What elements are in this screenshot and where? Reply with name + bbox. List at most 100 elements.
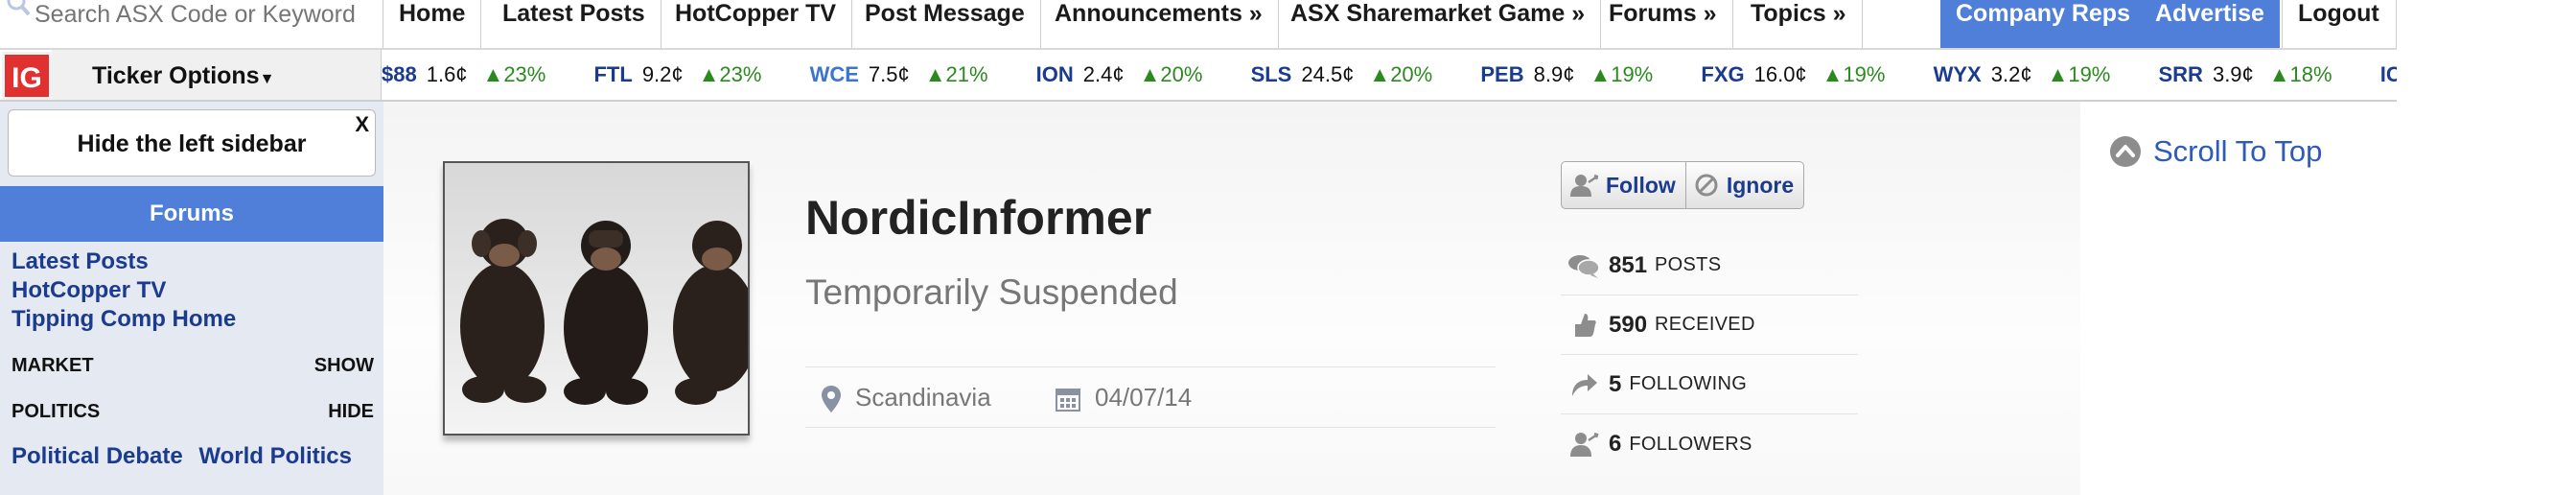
link-world-politics[interactable]: World Politics — [198, 443, 352, 469]
ticker-price: 1.6¢ — [426, 62, 468, 86]
ignore-label: Ignore — [1726, 173, 1795, 198]
location-text: Scandinavia — [855, 383, 991, 412]
stat-label: Followers — [1629, 433, 1752, 455]
ticker-price: 24.5¢ — [1301, 62, 1355, 86]
followers-icon — [1570, 432, 1599, 457]
ticker-price: 3.9¢ — [2212, 62, 2254, 86]
right-column: Scroll To Top — [2080, 102, 2397, 495]
scroll-to-top-link[interactable]: Scroll To Top — [2109, 134, 2322, 169]
nav-post-message[interactable]: Post Message — [849, 0, 1041, 48]
ticker-price: 8.9¢ — [1533, 62, 1575, 86]
ticker-item[interactable]: WYX 3.2¢ ▲19% — [1934, 50, 2111, 100]
profile-location: Scandinavia — [821, 383, 991, 413]
profile-panel: NordicInformer Temporarily Suspended Sca… — [383, 102, 2080, 495]
stat-label: Received — [1655, 314, 1755, 335]
ticker-price: 16.0¢ — [1753, 62, 1807, 86]
search-box[interactable] — [0, 0, 383, 48]
nav-forums[interactable]: Forums » — [1593, 0, 1733, 48]
sidebar-link-tipping-comp[interactable]: Tipping Comp Home — [12, 305, 236, 334]
profile-info-line: Scandinavia 04/07/14 — [805, 366, 1496, 428]
ticker-item[interactable]: SLS 24.5¢ ▲20% — [1251, 50, 1433, 100]
stat-label: Following — [1629, 373, 1748, 394]
stat-following[interactable]: 5 Following — [1561, 355, 1858, 414]
nav-advertise[interactable]: Advertise — [2140, 0, 2281, 48]
ticker-item[interactable]: PEB 8.9¢ ▲19% — [1480, 50, 1653, 100]
ticker-code: SRR — [2158, 62, 2203, 86]
share-arrow-icon — [1572, 373, 1597, 396]
nav-hotcopper-tv[interactable]: HotCopper TV — [660, 0, 853, 48]
ticker-item[interactable]: WCE 7.5¢ ▲21% — [810, 50, 988, 100]
section-toggle-hide[interactable]: HIDE — [328, 401, 374, 423]
follow-ignore-group: Follow Ignore — [1561, 161, 1805, 209]
stat-label: Posts — [1655, 254, 1722, 275]
section-title: MARKET — [12, 355, 94, 376]
profile-status: Temporarily Suspended — [805, 272, 1178, 312]
nav-latest-posts[interactable]: Latest Posts — [487, 0, 661, 48]
ticker-item[interactable]: FTL 9.2¢ ▲23% — [593, 50, 761, 100]
nav-home[interactable]: Home — [383, 0, 482, 48]
nav-company-reps[interactable]: Company Reps — [1940, 0, 2147, 48]
stat-value: 590 — [1609, 311, 1648, 338]
search-input[interactable] — [35, 0, 380, 29]
ignore-button[interactable]: Ignore — [1684, 162, 1803, 208]
profile-joined-date: 04/07/14 — [1055, 383, 1192, 412]
ticker-change: ▲20% — [1369, 62, 1433, 86]
ticker-bar: IG Ticker Options▼ $88 1.6¢ ▲23% FTL 9.2¢ ▲2… — [0, 50, 2397, 102]
monkeys-avatar-image — [445, 163, 748, 434]
ticker-price: 2.4¢ — [1082, 62, 1125, 86]
calendar-icon — [1056, 389, 1080, 412]
ban-icon — [1695, 174, 1718, 197]
link-political-debate[interactable]: Political Debate — [12, 443, 183, 469]
ticker-code: FTL — [593, 62, 633, 86]
stat-received[interactable]: 590 Received — [1561, 295, 1858, 355]
nav-sharemarket-game[interactable]: ASX Sharemarket Game » — [1275, 0, 1602, 48]
ticker-options-button[interactable]: Ticker Options▼ — [52, 50, 382, 100]
sidebar-link-latest-posts[interactable]: Latest Posts — [12, 248, 236, 276]
ticker-code: $88 — [382, 62, 417, 86]
nav-announcements[interactable]: Announcements » — [1039, 0, 1279, 48]
left-sidebar: Hide the left sidebar X Forums Latest Po… — [0, 102, 383, 495]
avatar[interactable] — [443, 161, 750, 436]
chevron-up-circle-icon — [2110, 136, 2141, 167]
thumbs-up-icon — [1575, 313, 1596, 337]
ticker-change: ▲18% — [2268, 62, 2332, 86]
sidebar-links: Latest Posts HotCopper TV Tipping Comp H… — [12, 248, 236, 334]
forums-header[interactable]: Forums — [0, 186, 383, 242]
hide-sidebar-label: Hide the left sidebar — [77, 130, 307, 157]
close-icon[interactable]: X — [355, 114, 369, 135]
section-title: POLITICS — [12, 401, 101, 422]
stat-posts[interactable]: 851 Posts — [1561, 236, 1858, 295]
section-toggle-show[interactable]: SHOW — [314, 355, 374, 377]
sidebar-section-politics: POLITICS HIDE — [12, 401, 374, 423]
ticker-item[interactable]: SRR 3.9¢ ▲18% — [2159, 50, 2332, 100]
follow-label: Follow — [1606, 173, 1676, 198]
ticker-item[interactable]: ION 2.4¢ ▲20% — [1036, 50, 1203, 100]
ticker-item[interactable]: ICL — [2380, 50, 2397, 100]
ig-logo[interactable]: IG — [2, 52, 52, 100]
ticker-item[interactable]: FXG 16.0¢ ▲19% — [1701, 50, 1885, 100]
profile-username: NordicInformer — [805, 191, 1152, 245]
ticker-options-label: Ticker Options — [92, 62, 260, 89]
ticker-change: ▲21% — [924, 62, 988, 86]
ticker-code: SLS — [1250, 62, 1292, 86]
top-navigation: Home Latest Posts HotCopper TV Post Mess… — [0, 0, 2397, 50]
hide-sidebar-button[interactable]: Hide the left sidebar X — [8, 109, 376, 177]
ticker-code: PEB — [1480, 62, 1524, 86]
stat-value: 5 — [1609, 370, 1622, 397]
ticker-code: WYX — [1933, 62, 1982, 86]
stat-followers[interactable]: 6 Followers — [1561, 414, 1858, 474]
nav-topics[interactable]: Topics » — [1735, 0, 1863, 48]
stat-value: 6 — [1609, 431, 1622, 457]
sidebar-link-hotcopper-tv[interactable]: HotCopper TV — [12, 276, 236, 305]
ticker-change: ▲19% — [1822, 62, 1886, 86]
stat-value: 851 — [1609, 251, 1648, 278]
follow-person-icon — [1570, 174, 1598, 197]
politics-links: Political Debate World Politics — [12, 443, 361, 470]
ticker-list: $88 1.6¢ ▲23% FTL 9.2¢ ▲23% WCE 7.5¢ ▲21% ION 2… — [382, 50, 2397, 100]
search-icon — [7, 0, 31, 16]
joined-date-text: 04/07/14 — [1095, 383, 1193, 412]
sidebar-section-market: MARKET SHOW — [12, 355, 374, 377]
ticker-item[interactable]: $88 1.6¢ ▲23% — [382, 50, 545, 100]
nav-logout[interactable]: Logout — [2282, 0, 2397, 48]
follow-button[interactable]: Follow — [1562, 162, 1685, 208]
